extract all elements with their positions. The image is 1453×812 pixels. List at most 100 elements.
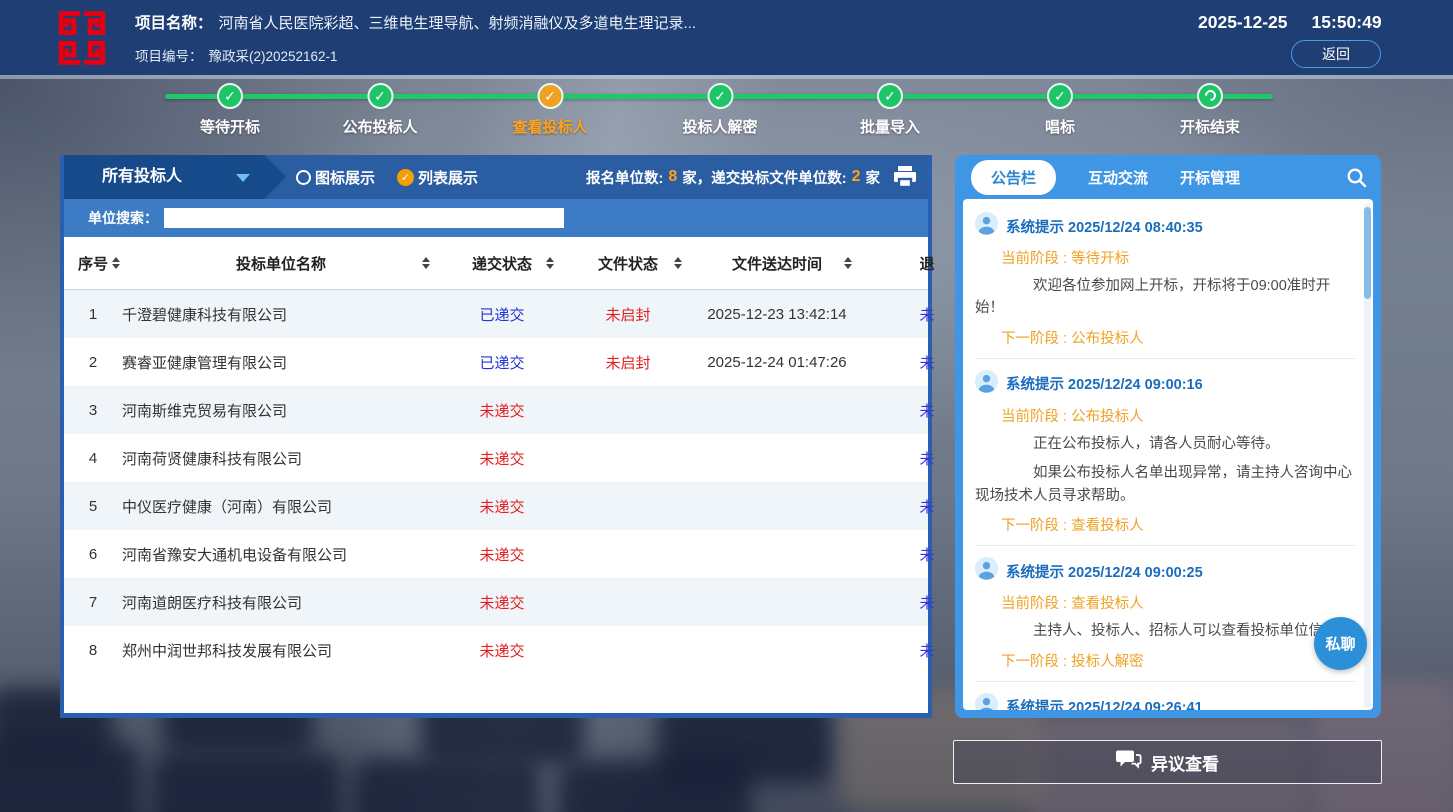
check-icon: ✓ (537, 83, 563, 109)
back-button[interactable]: 返回 (1291, 40, 1381, 68)
print-icon[interactable] (892, 166, 918, 193)
row-no: 8 (64, 642, 122, 659)
scrollbar-thumb[interactable] (1364, 207, 1371, 299)
pending-icon (1197, 83, 1223, 109)
table-row: 4河南荷贤健康科技有限公司未递交未 (64, 434, 928, 482)
submit-status: 未递交 (440, 448, 564, 469)
current-stage-text: 当前阶段 : 查看投标人 (1001, 592, 1355, 613)
project-name-line: 项目名称： 河南省人民医院彩超、三维电生理导航、射频消融仪及多道电生理记录... (135, 11, 696, 33)
sort-icon[interactable] (674, 257, 682, 269)
next-stage-text: 下一阶段 : 查看投标人 (1001, 514, 1355, 535)
submit-status: 未递交 (440, 640, 564, 661)
unit-search-input[interactable] (164, 208, 564, 228)
objection-view-label: 异议查看 (1151, 750, 1219, 775)
submit-status: 已递交 (440, 304, 564, 325)
step-label: 批量导入 (860, 116, 920, 137)
avatar (975, 557, 998, 585)
tab-interaction[interactable]: 互动交流 (1088, 167, 1148, 188)
step-label: 开标结束 (1180, 116, 1240, 137)
search-icon[interactable] (1346, 167, 1367, 192)
column-header-delivery-time[interactable]: 文件送达时间 (692, 253, 862, 274)
bidders-table-header: 序号 投标单位名称 递交状态 文件状态 文件送达时间 退 (64, 237, 928, 290)
check-icon: ✓ (877, 83, 903, 109)
bidder-name: 河南省豫安大通机电设备有限公司 (122, 544, 440, 565)
message-sender-time: 系统提示 2025/12/24 08:40:35 (1006, 216, 1203, 237)
bidders-panel-header: 所有投标人 图标展示 ✓ 列表展示 报名单位数: 8 家， 递交投标文件单位数:… (64, 155, 928, 199)
table-row: 3河南斯维克贸易有限公司未递交未 (64, 386, 928, 434)
file-status: 未启封 (564, 352, 692, 373)
row-no: 2 (64, 354, 122, 371)
agency-logo-icon (55, 8, 109, 73)
check-icon: ✓ (367, 83, 393, 109)
step-label: 投标人解密 (682, 116, 757, 137)
project-name: 河南省人民医院彩超、三维电生理导航、射频消融仪及多道电生理记录... (219, 15, 697, 32)
view-mode-list-label: 列表展示 (418, 167, 478, 188)
current-date: 2025-12-25 (1198, 12, 1288, 33)
avatar (975, 693, 998, 710)
step-label: 查看投标人 (512, 116, 587, 137)
row-no: 6 (64, 546, 122, 563)
announcement-tabs: 公告栏 互动交流 开标管理 (955, 155, 1381, 199)
table-row: 1千澄碧健康科技有限公司已递交未启封2025-12-23 13:42:14未 (64, 290, 928, 338)
private-chat-button[interactable]: 私聊 (1314, 617, 1367, 670)
step-label: 唱标 (1045, 116, 1075, 137)
delivery-time: 2025-12-23 13:42:14 (692, 306, 862, 323)
view-mode-icon-option[interactable]: 图标展示 (296, 167, 375, 188)
file-status: 未启封 (564, 304, 692, 325)
step-5: ✓ 批量导入 (860, 83, 920, 137)
check-icon: ✓ (217, 83, 243, 109)
tab-bulletin[interactable]: 公告栏 (971, 160, 1056, 195)
row-no: 1 (64, 306, 122, 323)
step-1: ✓等待开标 (200, 83, 260, 137)
next-stage-text: 下一阶段 : 投标人解密 (1001, 650, 1355, 671)
column-header-file-status[interactable]: 文件状态 (564, 253, 692, 274)
current-time: 15:50:49 (1312, 12, 1382, 33)
sort-icon[interactable] (112, 257, 120, 269)
step-2: ✓公布投标人 (342, 83, 417, 137)
messages-list: 系统提示 2025/12/24 08:40:35当前阶段 : 等待开标欢迎各位参… (975, 201, 1355, 710)
message-item: 系统提示 2025/12/24 09:00:16当前阶段 : 公布投标人正在公布… (975, 359, 1355, 546)
sort-icon[interactable] (422, 257, 430, 269)
bidder-name: 千澄碧健康科技有限公司 (122, 304, 440, 325)
bidders-table-body: 1千澄碧健康科技有限公司已递交未启封2025-12-23 13:42:14未 2赛… (64, 290, 928, 674)
project-code: 豫政采(2)20252162-1 (209, 49, 338, 64)
step-6: ✓ 唱标 (1045, 83, 1075, 137)
column-header-submit-status[interactable]: 递交状态 (440, 253, 564, 274)
sort-icon[interactable] (844, 257, 852, 269)
progress-steps: ✓等待开标✓公布投标人✓查看投标人✓投标人解密✓批量导入✓唱标开标结束 (0, 81, 1453, 139)
app-header: 项目名称：河南省人民医院彩超、三维电生理导航、射频消融仪及多道电生理记录... … (0, 0, 1453, 75)
submit-status: 未递交 (440, 400, 564, 421)
chevron-down-icon (236, 174, 250, 182)
check-icon: ✓ (1047, 83, 1073, 109)
submit-status: 未递交 (440, 496, 564, 517)
message-item: 系统提示 2025/12/24 08:40:35当前阶段 : 等待开标欢迎各位参… (975, 201, 1355, 359)
column-header-no[interactable]: 序号 (64, 253, 122, 274)
bidder-filter-label: 所有投标人 (102, 168, 182, 185)
radio-unchecked-icon (296, 170, 311, 185)
sort-icon[interactable] (546, 257, 554, 269)
registered-count: 8 (663, 168, 682, 186)
bidder-name: 赛睿亚健康管理有限公司 (122, 352, 440, 373)
view-mode-list-option[interactable]: ✓ 列表展示 (397, 167, 478, 188)
bidder-name: 河南斯维克贸易有限公司 (122, 400, 440, 421)
bidder-stats: 报名单位数: 8 家， 递交投标文件单位数: 2 家 (586, 155, 880, 199)
messages-panel: 系统提示 2025/12/24 08:40:35当前阶段 : 等待开标欢迎各位参… (963, 199, 1373, 710)
tab-bid-management[interactable]: 开标管理 (1180, 167, 1240, 188)
view-mode-icon-label: 图标展示 (315, 167, 375, 188)
column-header-name[interactable]: 投标单位名称 (122, 253, 440, 274)
objection-view-button[interactable]: 异议查看 (953, 740, 1382, 784)
bidder-name: 中仪医疗健康（河南）有限公司 (122, 496, 440, 517)
avatar (975, 212, 998, 240)
radio-checked-icon: ✓ (397, 169, 414, 186)
delivery-time: 2025-12-24 01:47:26 (692, 354, 862, 371)
row-no: 5 (64, 498, 122, 515)
project-code-line: 项目编号： 豫政采(2)20252162-1 (135, 45, 696, 65)
message-body: 主持人、投标人、招标人可以查看投标单位信息。 (975, 620, 1355, 642)
project-code-label: 项目编号： (135, 49, 203, 64)
bidder-name: 郑州中润世邦科技发展有限公司 (122, 640, 440, 661)
bidders-panel: 所有投标人 图标展示 ✓ 列表展示 报名单位数: 8 家， 递交投标文件单位数:… (60, 155, 932, 718)
current-stage-text: 当前阶段 : 等待开标 (1001, 247, 1355, 268)
bidder-filter-dropdown[interactable]: 所有投标人 (64, 155, 286, 199)
bidder-name: 河南道朗医疗科技有限公司 (122, 592, 440, 613)
project-name-label: 项目名称： (135, 15, 213, 32)
